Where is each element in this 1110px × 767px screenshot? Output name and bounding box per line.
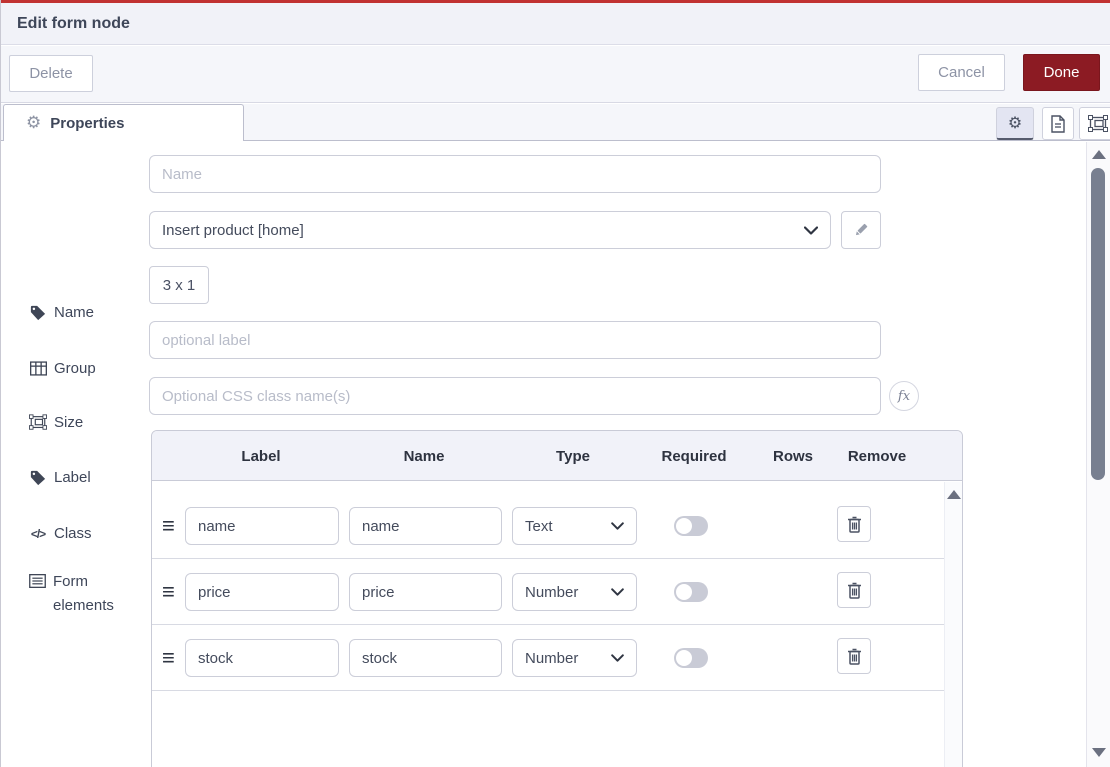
scrollbar-thumb[interactable] xyxy=(1091,168,1105,480)
class-input[interactable] xyxy=(149,377,881,415)
form-element-row: ≡ Number xyxy=(152,559,962,625)
size-button[interactable]: 3 x 1 xyxy=(149,266,209,304)
form-elements-table: Label Name Type Required Rows Remove ≡ T… xyxy=(151,430,963,767)
scroll-up-arrow-icon[interactable] xyxy=(1092,150,1106,159)
tab-properties[interactable]: ⚙︎ Properties xyxy=(3,104,244,141)
form-elements-table-header: Label Name Type Required Rows Remove xyxy=(152,431,962,481)
panel-scrollbar[interactable] xyxy=(1086,142,1110,767)
element-name-input[interactable] xyxy=(349,639,502,677)
table-scrollbar[interactable] xyxy=(944,482,962,767)
element-name-input[interactable] xyxy=(349,573,502,611)
form-element-row: ≡ Number xyxy=(152,625,962,691)
element-type-select[interactable]: Number xyxy=(512,573,637,611)
properties-panel: Name Group Insert product [home] xyxy=(1,142,1110,767)
drag-handle-icon[interactable]: ≡ xyxy=(162,647,175,669)
code-icon: </> xyxy=(29,527,47,541)
group-field-label: Group xyxy=(29,360,96,377)
cancel-button[interactable]: Cancel xyxy=(918,54,1005,91)
chevron-down-icon xyxy=(611,588,624,596)
form-elements-rows: ≡ Text xyxy=(152,481,962,691)
toggle-knob xyxy=(676,650,692,666)
edit-form-node-dialog: Edit form node Delete Cancel Done ⚙︎ Pro… xyxy=(0,0,1110,767)
trash-icon xyxy=(847,516,862,533)
properties-tab-button[interactable]: ⚙︎ xyxy=(996,107,1034,140)
remove-element-button[interactable] xyxy=(837,506,871,542)
remove-element-button[interactable] xyxy=(837,572,871,608)
toggle-knob xyxy=(676,518,692,534)
label-input[interactable] xyxy=(149,321,881,359)
element-label-input[interactable] xyxy=(185,573,339,611)
drag-handle-icon[interactable]: ≡ xyxy=(162,581,175,603)
scroll-down-arrow-icon[interactable] xyxy=(1092,748,1106,757)
remove-element-button[interactable] xyxy=(837,638,871,674)
pencil-icon xyxy=(853,222,869,238)
required-toggle[interactable] xyxy=(674,516,708,536)
form-elements-label: Form elements xyxy=(29,570,129,618)
class-field-label: </> Class xyxy=(29,525,92,542)
appearance-tab-button[interactable] xyxy=(1079,107,1110,140)
description-tab-button[interactable] xyxy=(1042,107,1074,140)
edit-group-button[interactable] xyxy=(841,211,881,249)
column-header-type: Type xyxy=(556,431,590,481)
form-element-row: ≡ Text xyxy=(152,493,962,559)
tab-properties-label: Properties xyxy=(50,115,124,132)
name-field-label: Name xyxy=(29,304,94,321)
table-icon xyxy=(29,361,47,376)
chevron-down-icon xyxy=(611,522,624,530)
column-header-name: Name xyxy=(404,431,445,481)
name-input[interactable] xyxy=(149,155,881,193)
toggle-knob xyxy=(676,584,692,600)
gear-icon: ⚙︎ xyxy=(26,115,41,132)
expression-button[interactable]: fx xyxy=(889,381,919,411)
appearance-icon xyxy=(1088,115,1108,133)
list-alt-icon xyxy=(29,574,46,588)
delete-button[interactable]: Delete xyxy=(9,55,93,92)
chevron-down-icon xyxy=(611,654,624,662)
column-header-required: Required xyxy=(661,431,726,481)
element-name-input[interactable] xyxy=(349,507,502,545)
dialog-header: Edit form node xyxy=(1,3,1110,45)
scroll-up-arrow-icon[interactable] xyxy=(947,490,961,499)
label-field-label: Label xyxy=(29,469,91,486)
tag-icon xyxy=(29,305,47,321)
dialog-title: Edit form node xyxy=(17,15,130,33)
column-header-remove: Remove xyxy=(848,431,906,481)
group-select[interactable]: Insert product [home] xyxy=(149,211,831,249)
trash-icon xyxy=(847,582,862,599)
element-type-select[interactable]: Text xyxy=(512,507,637,545)
chevron-down-icon xyxy=(804,226,818,235)
gear-icon: ⚙︎ xyxy=(1008,115,1022,131)
done-button[interactable]: Done xyxy=(1023,54,1100,91)
element-label-input[interactable] xyxy=(185,639,339,677)
element-type-select[interactable]: Number xyxy=(512,639,637,677)
dialog-button-bar: Delete Cancel Done xyxy=(1,46,1110,103)
size-field-label: Size xyxy=(29,414,83,431)
column-header-rows: Rows xyxy=(773,431,813,481)
element-label-input[interactable] xyxy=(185,507,339,545)
column-header-label: Label xyxy=(241,431,280,481)
object-group-icon xyxy=(29,414,47,431)
trash-icon xyxy=(847,648,862,665)
document-icon xyxy=(1050,115,1066,133)
drag-handle-icon[interactable]: ≡ xyxy=(162,515,175,537)
tag-icon xyxy=(29,470,47,486)
editor-tab-row: ⚙︎ Properties ⚙︎ xyxy=(1,104,1110,141)
required-toggle[interactable] xyxy=(674,648,708,668)
required-toggle[interactable] xyxy=(674,582,708,602)
